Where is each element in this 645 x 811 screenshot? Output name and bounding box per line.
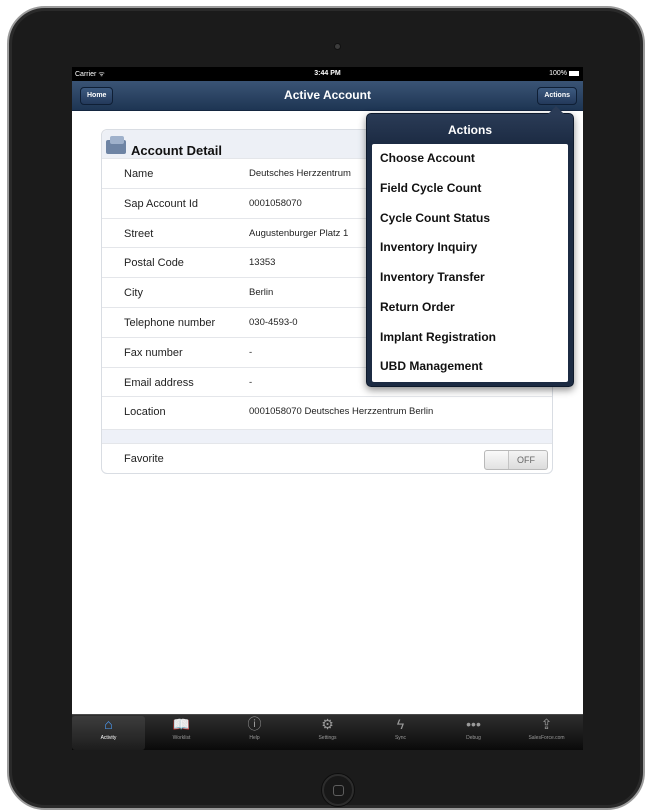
row-label: Email address <box>124 376 194 389</box>
tab-label: Help <box>249 735 260 741</box>
row-label: Postal Code <box>124 257 184 270</box>
menu-item-return-order[interactable]: Return Order <box>372 293 568 323</box>
row-value: Berlin <box>249 287 274 299</box>
tab-label: Sync <box>394 735 407 741</box>
gear-icon: ⚙ <box>321 716 334 732</box>
toggle-knob <box>485 451 509 469</box>
menu-item-cycle-count-status[interactable]: Cycle Count Status <box>372 204 568 234</box>
favorite-row: Favorite OFF <box>102 443 552 473</box>
actions-popover: Actions Choose Account Field Cycle Count… <box>366 106 574 387</box>
menu-item-implant-registration[interactable]: Implant Registration <box>372 323 568 353</box>
book-icon: 📖 <box>172 716 191 732</box>
tab-label: SalesForce.com <box>528 735 565 741</box>
status-time: 3:44 PM <box>314 70 341 77</box>
menu-item-inventory-inquiry[interactable]: Inventory Inquiry <box>372 233 568 263</box>
lightning-icon: ϟ <box>396 716 405 732</box>
menu-item-choose-account[interactable]: Choose Account <box>372 144 568 174</box>
row-value: 0001058070 Deutsches Herzzentrum Berlin <box>249 406 434 418</box>
section-separator <box>102 429 552 443</box>
tab-settings[interactable]: ⚙ Settings <box>291 716 364 750</box>
tab-worklist[interactable]: 📖 Worklist <box>145 716 218 750</box>
menu-item-field-cycle-count[interactable]: Field Cycle Count <box>372 174 568 204</box>
row-label: Street <box>124 227 154 240</box>
toggle-state: OFF <box>517 455 535 465</box>
menu-item-inventory-transfer[interactable]: Inventory Transfer <box>372 263 568 293</box>
tab-label: Settings <box>318 735 337 741</box>
row-value: - <box>249 346 253 358</box>
share-icon: ⇪ <box>540 716 553 732</box>
battery-icon <box>569 71 579 76</box>
screen: Carrier ᯤ 3:44 PM 100% Home Active Accou… <box>72 67 583 750</box>
row-value: - <box>249 376 253 388</box>
favorite-toggle[interactable]: OFF <box>484 450 548 470</box>
tab-label: Debug <box>466 735 481 741</box>
row-label: Fax number <box>124 346 183 359</box>
actions-button[interactable]: Actions <box>537 87 577 105</box>
row-label: Telephone number <box>124 316 216 329</box>
row-value: Deutsches Herzzentrum <box>249 168 351 179</box>
row-label: Name <box>124 168 154 180</box>
home-square-icon <box>333 785 344 796</box>
popover-arrow <box>548 106 564 114</box>
info-icon: ⓘ <box>247 716 262 732</box>
row-value: Augustenburger Platz 1 <box>249 227 349 239</box>
tab-salesforce[interactable]: ⇪ SalesForce.com <box>510 716 583 750</box>
tab-label: Worklist <box>172 735 191 741</box>
account-detail-icon <box>106 136 126 154</box>
navigation-bar: Home Active Account Actions <box>72 81 583 111</box>
tab-sync[interactable]: ϟ Sync <box>364 716 437 750</box>
tab-bar: ⌂ Activity 📖 Worklist ⓘ Help ⚙ Settings … <box>72 714 583 750</box>
favorite-label: Favorite <box>124 453 164 465</box>
camera-dot <box>334 43 341 50</box>
row-value: 13353 <box>249 257 276 269</box>
hardware-home-button[interactable] <box>322 774 354 806</box>
popover-title: Actions <box>447 123 492 137</box>
detail-row-location[interactable]: Location 0001058070 Deutsches Herzzentru… <box>102 396 552 426</box>
tab-debug[interactable]: ••• Debug <box>437 716 510 750</box>
row-label: Sap Account Id <box>124 197 198 210</box>
account-detail-title: Account Detail <box>131 143 223 158</box>
tab-label: Activity <box>100 735 117 741</box>
status-bar: Carrier ᯤ 3:44 PM 100% <box>72 67 583 81</box>
row-label: Location <box>124 406 166 419</box>
actions-menu: Choose Account Field Cycle Count Cycle C… <box>372 144 568 382</box>
menu-item-ubd-management[interactable]: UBD Management <box>372 352 568 382</box>
tab-help[interactable]: ⓘ Help <box>218 716 291 750</box>
tab-activity[interactable]: ⌂ Activity <box>72 716 145 750</box>
house-icon: ⌂ <box>104 716 113 732</box>
page-title: Active Account <box>284 88 371 102</box>
battery-percent: 100% <box>549 70 567 77</box>
dots-icon: ••• <box>466 716 481 732</box>
row-value: 0001058070 <box>249 197 302 209</box>
row-value: 030-4593-0 <box>249 316 298 328</box>
row-label: City <box>124 287 143 300</box>
